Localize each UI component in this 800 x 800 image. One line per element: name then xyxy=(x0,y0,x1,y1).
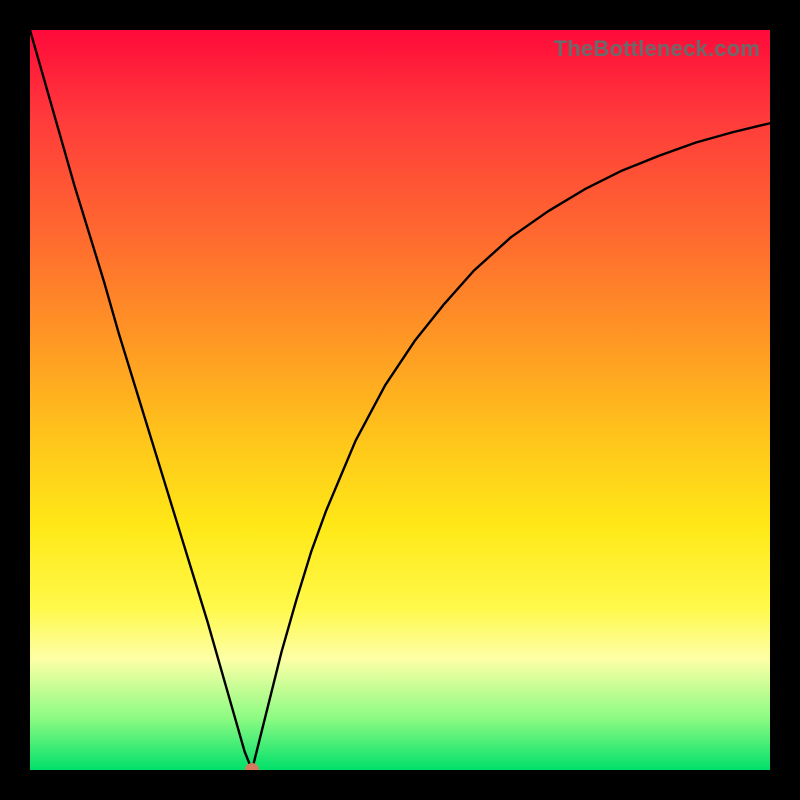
bottleneck-curve xyxy=(30,30,770,770)
chart-svg xyxy=(30,30,770,770)
chart-frame: TheBottleneck.com xyxy=(0,0,800,800)
watermark-text: TheBottleneck.com xyxy=(554,36,760,62)
plot-area: TheBottleneck.com xyxy=(30,30,770,770)
minimum-marker xyxy=(245,763,259,770)
